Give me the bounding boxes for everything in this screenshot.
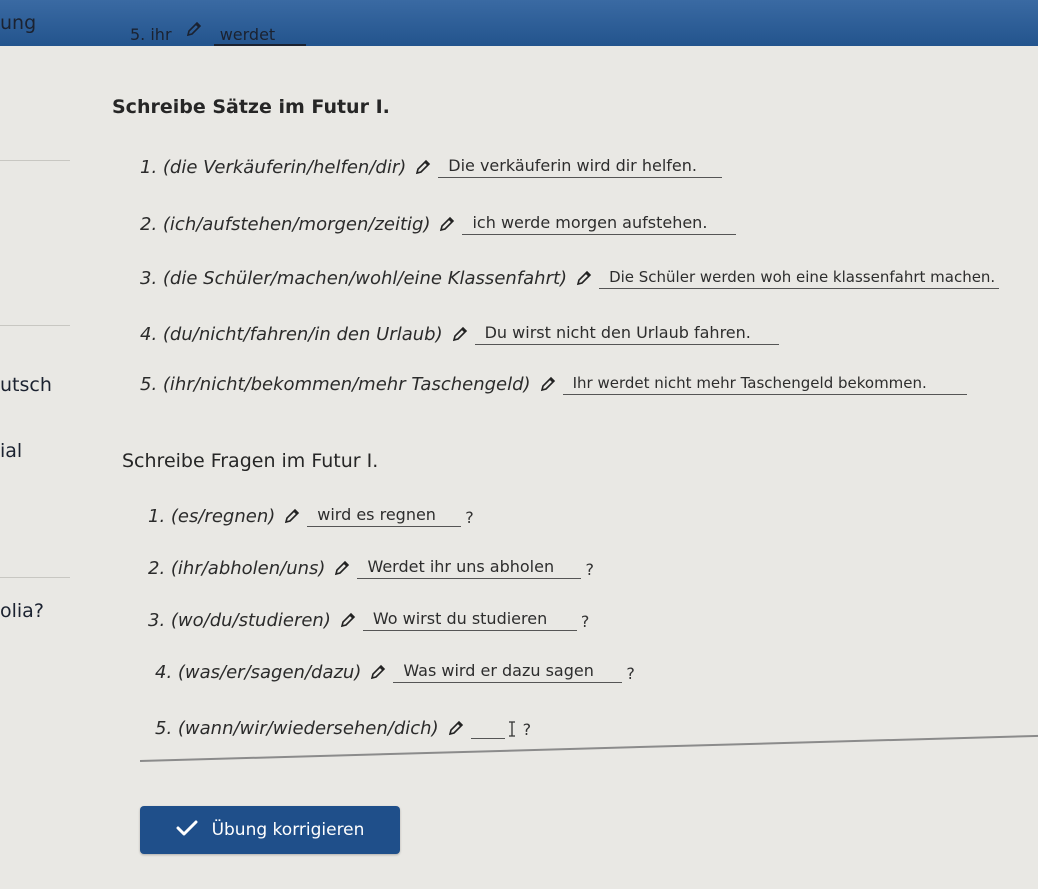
exercise-row: 4. (was/er/sagen/dazu) Was wird er dazu … xyxy=(155,661,635,683)
sidebar-item[interactable]: ial xyxy=(0,440,22,462)
exercise-prompt: 2. (ihr/abholen/uns) xyxy=(148,558,326,579)
sidebar-item[interactable]: olia? xyxy=(0,600,44,622)
answer-field[interactable]: Werdet ihr uns abholen xyxy=(357,557,582,579)
question-mark: ? xyxy=(626,664,635,683)
answer-field[interactable]: Die Schüler werden woh eine klassenfahrt… xyxy=(599,268,1000,289)
exercise-prompt: 5. (wann/wir/wiedersehen/dich) xyxy=(155,718,439,739)
exercise-prompt: 1. (es/regnen) xyxy=(148,506,276,527)
exercise-prompt: 4. (was/er/sagen/dazu) xyxy=(155,662,362,683)
answer-field-active[interactable] xyxy=(470,736,505,739)
answer-field[interactable]: Ihr werdet nicht mehr Taschengeld bekomm… xyxy=(562,374,967,395)
text-cursor-icon xyxy=(507,721,517,737)
exercise-row: 5. (ihr/nicht/bekommen/mehr Taschengeld)… xyxy=(140,374,967,395)
answer-field[interactable]: Was wird er dazu sagen xyxy=(393,661,623,683)
exercise-prompt: 3. (die Schüler/machen/wohl/eine Klassen… xyxy=(140,268,568,289)
exercise-row: 1. (es/regnen) wird es regnen ? xyxy=(148,505,474,527)
hint-answer[interactable]: werdet xyxy=(213,25,306,46)
pencil-icon xyxy=(369,663,387,681)
answer-field[interactable]: Wo wirst du studieren xyxy=(362,609,577,631)
exercise-prompt: 4. (du/nicht/fahren/in den Urlaub) xyxy=(140,324,443,345)
previous-exercise-hint: 5. ihr werdet xyxy=(130,20,306,46)
question-mark: ? xyxy=(465,508,474,527)
pencil-icon xyxy=(414,158,432,176)
cut-off-text: ung xyxy=(0,12,37,34)
question-mark: ? xyxy=(522,720,532,739)
pencil-icon xyxy=(438,215,456,233)
answer-field[interactable]: Die verkäuferin wird dir helfen. xyxy=(438,156,723,178)
pencil-icon xyxy=(575,269,593,287)
answer-field[interactable]: wird es regnen xyxy=(307,505,462,527)
exercise-row: 4. (du/nicht/fahren/in den Urlaub) Du wi… xyxy=(140,323,779,345)
section-title: Schreibe Sätze im Futur I. xyxy=(112,96,390,118)
answer-field[interactable]: Du wirst nicht den Urlaub fahren. xyxy=(474,323,779,345)
exercise-row: 3. (wo/du/studieren) Wo wirst du studier… xyxy=(148,609,589,631)
pencil-icon xyxy=(339,611,357,629)
pencil-icon xyxy=(333,559,351,577)
question-mark: ? xyxy=(580,612,590,631)
pencil-icon xyxy=(539,375,557,393)
correct-exercise-label: Übung korrigieren xyxy=(211,820,365,840)
correct-exercise-button[interactable]: Übung korrigieren xyxy=(140,806,400,854)
exercise-prompt: 3. (wo/du/studieren) xyxy=(148,610,331,631)
pencil-icon xyxy=(447,719,465,737)
exercise-prompt: 5. (ihr/nicht/bekommen/mehr Taschengeld) xyxy=(140,374,531,395)
section-title: Schreibe Fragen im Futur I. xyxy=(122,450,379,472)
sidebar-divider xyxy=(0,160,70,161)
sidebar-divider xyxy=(0,325,70,326)
top-bar: ung 5. ihr werdet xyxy=(0,0,1038,46)
exercise-prompt: 2. (ich/aufstehen/morgen/zeitig) xyxy=(140,214,431,235)
exercise-row: 3. (die Schüler/machen/wohl/eine Klassen… xyxy=(140,268,1000,289)
pencil-icon xyxy=(283,507,301,525)
sidebar-item[interactable]: utsch xyxy=(0,374,52,396)
pencil-icon xyxy=(185,20,203,38)
sidebar-divider xyxy=(0,577,70,578)
exercise-row: 5. (wann/wir/wiedersehen/dich) ? xyxy=(155,718,531,739)
exercise-row: 2. (ihr/abholen/uns) Werdet ihr uns abho… xyxy=(148,557,594,579)
hint-prompt: 5. ihr xyxy=(130,25,172,44)
pencil-icon xyxy=(451,325,469,343)
question-mark: ? xyxy=(585,560,594,579)
answer-field[interactable]: ich werde morgen aufstehen. xyxy=(462,213,737,235)
checkmark-icon xyxy=(176,819,198,842)
exercise-row: 1. (die Verkäuferin/helfen/dir) Die verk… xyxy=(140,156,723,178)
exercise-row: 2. (ich/aufstehen/morgen/zeitig) ich wer… xyxy=(140,213,737,235)
exercise-prompt: 1. (die Verkäuferin/helfen/dir) xyxy=(140,157,407,178)
